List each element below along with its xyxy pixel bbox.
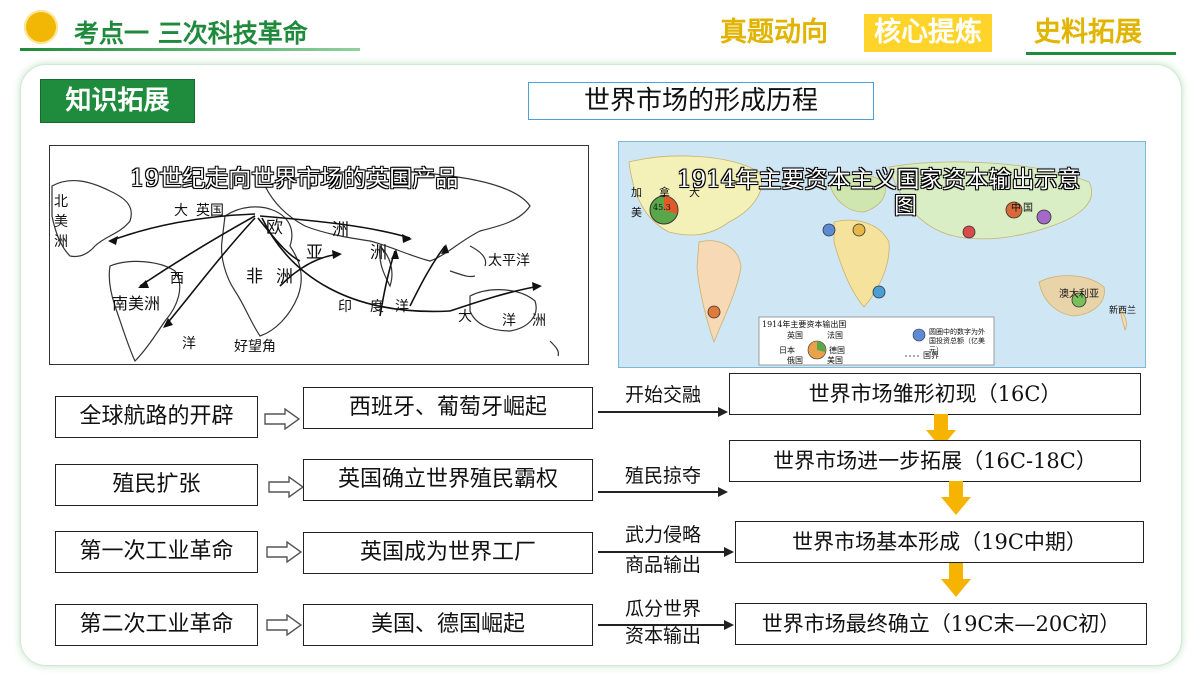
- hollow-arrow-icon: [266, 541, 302, 563]
- stage-box: 世界市场最终确立（19C末—20C初）: [735, 603, 1147, 645]
- map1-label: 洲: [532, 313, 546, 329]
- map1-label: 西: [170, 271, 184, 287]
- map1-label: 洲: [332, 220, 349, 240]
- map2-label: 澳大利亚: [1059, 289, 1099, 300]
- knowledge-tag: 知识拓展: [40, 79, 195, 123]
- stage-box: 世界市场进一步拓展（16C-18C）: [729, 440, 1141, 482]
- map1-label: 洋: [182, 336, 196, 352]
- capital-export-map: 1914年主要资本输出国 英国 法国 日本 德国 俄国 美国 圆圈中的数字为外国…: [618, 141, 1146, 368]
- map2-legend-item: 美国: [827, 356, 843, 365]
- link-label: 瓜分世界: [624, 598, 701, 620]
- map1-label: 洲: [276, 267, 293, 287]
- cause-box: 第二次工业革命: [55, 604, 258, 646]
- stage-box: 世界市场基本形成（19C中期）: [735, 521, 1144, 563]
- map1-caption: 19世纪走向世界市场的英国产品: [130, 166, 459, 192]
- effect-box: 西班牙、葡萄牙崛起: [303, 387, 593, 429]
- map2-legend-item: 俄国: [787, 356, 803, 365]
- map2-label: 加: [631, 186, 642, 199]
- link-arrow-line: [598, 411, 718, 413]
- hollow-arrow-icon: [266, 614, 302, 636]
- map2-legend-border: 国界: [923, 351, 939, 360]
- british-products-map: 北 美 洲 大 英国 欧 洲 亚 洲 非 洲 西 南美洲 印 度 洋 太平洋 大…: [49, 145, 589, 365]
- map2-label: 新西兰: [1109, 306, 1137, 316]
- cause-box: 第一次工业革命: [55, 531, 258, 573]
- map1-label: 度: [370, 299, 384, 315]
- link-arrow-head: [724, 547, 734, 557]
- cause-box: 殖民扩张: [55, 464, 258, 506]
- link-label: 殖民掠夺: [624, 465, 701, 487]
- tab-underline: [1026, 52, 1176, 55]
- map1-label: 北: [54, 194, 68, 210]
- link-arrow-head: [724, 620, 734, 630]
- tab-core-summary[interactable]: 核心提炼: [864, 14, 992, 52]
- map1-label: 非: [246, 267, 263, 287]
- map1-label: 南美洲: [112, 294, 161, 313]
- map2-caption-line2: 图: [894, 193, 917, 219]
- effect-box: 英国成为世界工厂: [303, 532, 593, 574]
- down-arrow-icon: [941, 563, 971, 597]
- map2-caption: 1914年主要资本主义国家资本输出示意: [677, 167, 1081, 193]
- map1-label: 英国: [196, 203, 224, 219]
- map2-label: 中: [1011, 203, 1021, 214]
- tab-source-extension[interactable]: 史料拓展: [1028, 14, 1148, 52]
- map1-label: 欧: [266, 218, 283, 238]
- map1-label: 太平洋: [488, 253, 530, 269]
- map1-label: 好望角: [234, 339, 276, 355]
- page-title: 考点一 三次科技革命: [74, 19, 308, 48]
- link-arrow-line: [598, 491, 718, 493]
- link-arrow-head: [718, 407, 728, 417]
- title-underline: [20, 48, 360, 51]
- map1-label: 美: [54, 214, 68, 230]
- link-label: 资本输出: [624, 625, 701, 647]
- map1-label: 大: [458, 309, 472, 325]
- map2-pie-value: 45.3: [653, 203, 671, 212]
- map2-legend-item: 英国: [787, 331, 803, 340]
- map1-label: 洲: [370, 243, 387, 263]
- map1-label: 亚: [306, 243, 323, 263]
- stage-box: 世界市场雏形初现（16C）: [729, 373, 1141, 415]
- map1-label: 印: [338, 299, 352, 315]
- link-arrow-head: [718, 487, 728, 497]
- hollow-arrow-icon: [268, 476, 304, 498]
- header-dot-icon: [24, 10, 58, 44]
- map2-legend-item: 法国: [827, 331, 843, 340]
- map2-label: 国: [1023, 203, 1033, 214]
- effect-box: 英国确立世界殖民霸权: [303, 459, 593, 501]
- map2-legend-title: 1914年主要资本输出国: [762, 320, 847, 329]
- map1-label: 洲: [54, 234, 68, 250]
- link-label: 开始交融: [624, 384, 701, 406]
- map1-label: 大: [174, 203, 188, 219]
- map2-label: 美: [631, 206, 642, 219]
- link-label: 商品输出: [624, 554, 701, 576]
- map2-label: 拿: [659, 186, 670, 199]
- tab-exam-trends[interactable]: 真题动向: [714, 14, 834, 52]
- map1-label: 洋: [395, 299, 409, 315]
- section-title: 世界市场的形成历程: [528, 82, 874, 120]
- effect-box: 美国、德国崛起: [303, 604, 593, 646]
- down-arrow-icon: [941, 481, 971, 515]
- hollow-arrow-icon: [264, 408, 300, 430]
- cause-box: 全球航路的开辟: [55, 396, 258, 438]
- link-label: 武力侵略: [624, 524, 701, 546]
- map1-label: 洋: [502, 313, 516, 329]
